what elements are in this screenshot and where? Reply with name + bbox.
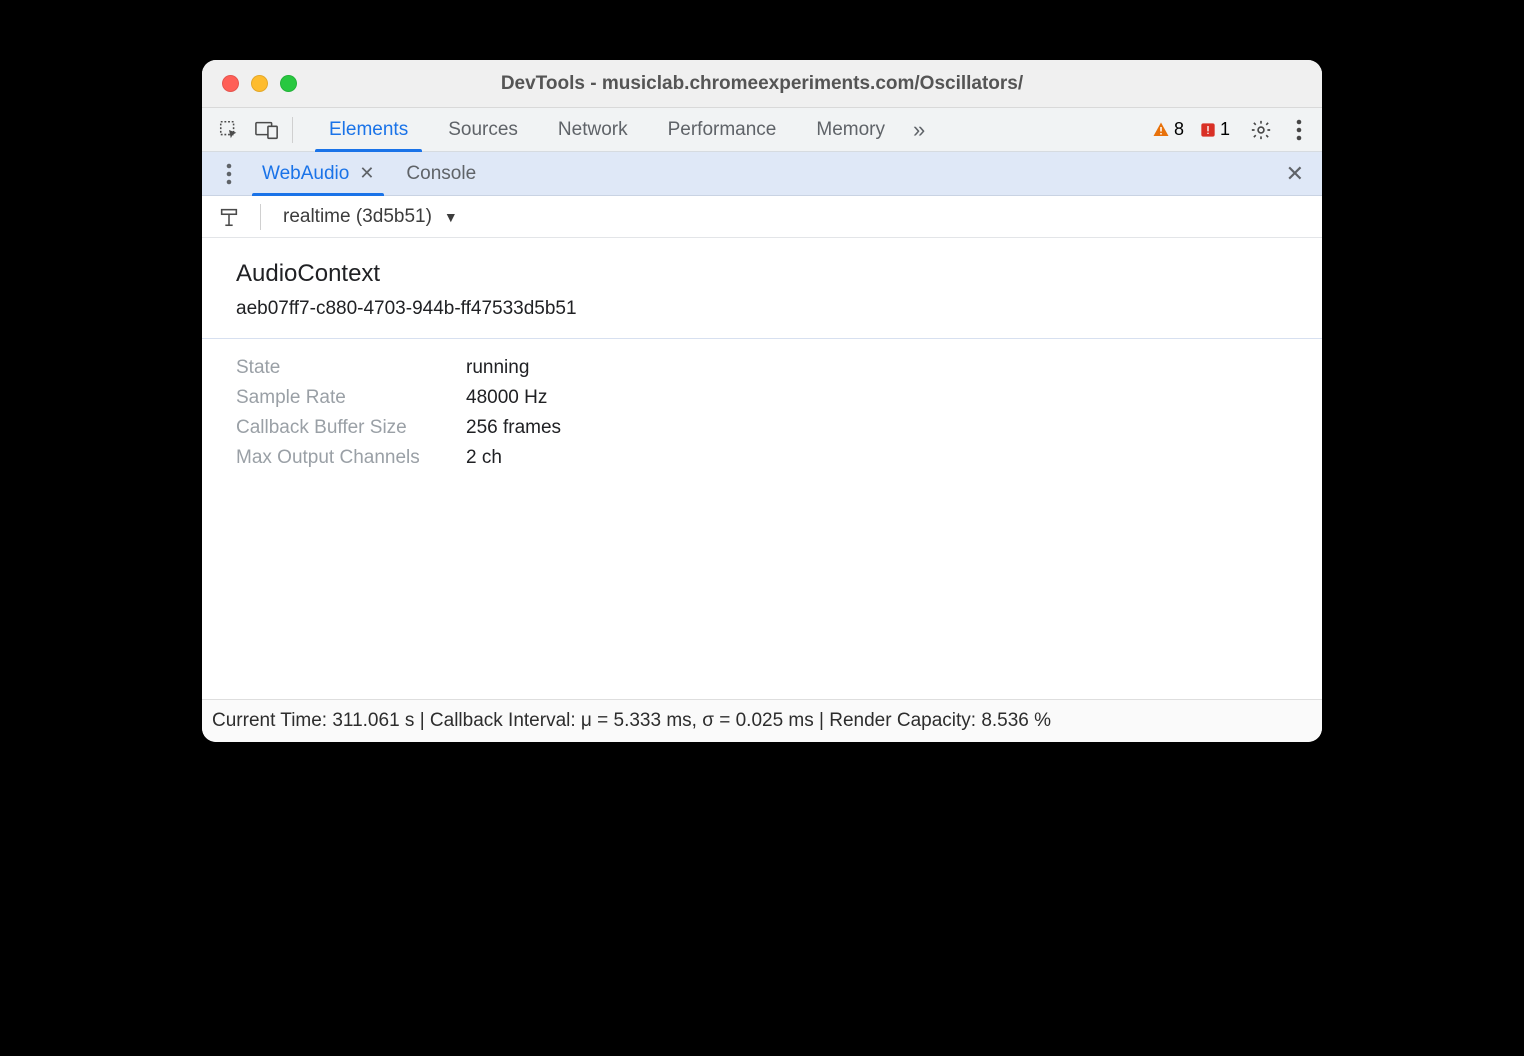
prop-value-callback-buffer: 256 frames bbox=[466, 417, 1288, 439]
tab-label: Elements bbox=[329, 119, 408, 141]
warnings-count: 8 bbox=[1174, 119, 1184, 140]
settings-gear-icon[interactable] bbox=[1240, 119, 1282, 141]
prop-value-sample-rate: 48000 Hz bbox=[466, 387, 1288, 409]
context-properties: State running Sample Rate 48000 Hz Callb… bbox=[236, 357, 1288, 469]
subtoolbar-divider bbox=[260, 204, 261, 230]
devtools-window: DevTools - musiclab.chromeexperiments.co… bbox=[202, 60, 1322, 742]
tab-label: Memory bbox=[816, 119, 885, 141]
window-title: DevTools - musiclab.chromeexperiments.co… bbox=[202, 73, 1322, 95]
tab-network[interactable]: Network bbox=[538, 108, 648, 151]
tab-label: Network bbox=[558, 119, 628, 141]
warnings-badge[interactable]: 8 bbox=[1152, 119, 1184, 140]
errors-count: 1 bbox=[1220, 119, 1230, 140]
minimize-window-button[interactable] bbox=[251, 75, 268, 92]
content-blank-area bbox=[202, 479, 1322, 699]
prop-label-sample-rate: Sample Rate bbox=[236, 387, 456, 409]
toolbar-divider bbox=[292, 117, 293, 143]
context-title: AudioContext bbox=[236, 260, 1288, 288]
drawer-tabstrip: WebAudio ✕ Console ✕ bbox=[202, 152, 1322, 196]
more-tabs-icon[interactable]: » bbox=[905, 117, 933, 143]
prop-label-max-channels: Max Output Channels bbox=[236, 447, 456, 469]
context-dropdown-value: realtime (3d5b51) bbox=[283, 206, 432, 228]
webaudio-subtoolbar: realtime (3d5b51) ▼ bbox=[202, 196, 1322, 238]
tab-label: Performance bbox=[668, 119, 777, 141]
tab-elements[interactable]: Elements bbox=[309, 108, 428, 151]
drawer-close-icon[interactable]: ✕ bbox=[1278, 161, 1312, 187]
drawer-tab-label: WebAudio bbox=[262, 163, 349, 185]
kebab-menu-icon[interactable] bbox=[1286, 119, 1312, 141]
close-window-button[interactable] bbox=[222, 75, 239, 92]
tab-memory[interactable]: Memory bbox=[796, 108, 905, 151]
main-tabs: Elements Sources Network Performance Mem… bbox=[309, 108, 933, 151]
device-toolbar-icon[interactable] bbox=[250, 113, 284, 147]
drawer-kebab-menu-icon[interactable] bbox=[212, 157, 246, 191]
chevron-down-icon: ▼ bbox=[444, 209, 458, 225]
prop-label-state: State bbox=[236, 357, 456, 379]
tab-sources[interactable]: Sources bbox=[428, 108, 538, 151]
maximize-window-button[interactable] bbox=[280, 75, 297, 92]
close-tab-icon[interactable]: ✕ bbox=[359, 163, 374, 184]
audio-context-dropdown[interactable]: realtime (3d5b51) ▼ bbox=[275, 206, 466, 228]
errors-badge[interactable]: 1 bbox=[1200, 119, 1230, 140]
garbage-collect-icon[interactable] bbox=[212, 200, 246, 234]
prop-value-state: running bbox=[466, 357, 1288, 379]
titlebar: DevTools - musiclab.chromeexperiments.co… bbox=[202, 60, 1322, 108]
error-square-icon bbox=[1200, 122, 1216, 138]
drawer-tab-console[interactable]: Console bbox=[390, 152, 492, 195]
traffic-lights bbox=[222, 75, 297, 92]
tab-performance[interactable]: Performance bbox=[648, 108, 797, 151]
inspect-element-icon[interactable] bbox=[212, 113, 246, 147]
drawer-tab-webaudio[interactable]: WebAudio ✕ bbox=[246, 152, 390, 195]
main-toolbar: Elements Sources Network Performance Mem… bbox=[202, 108, 1322, 152]
context-uuid: aeb07ff7-c880-4703-944b-ff47533d5b51 bbox=[236, 298, 1288, 320]
webaudio-content: AudioContext aeb07ff7-c880-4703-944b-ff4… bbox=[202, 238, 1322, 479]
warning-triangle-icon bbox=[1152, 121, 1170, 139]
content-separator bbox=[202, 338, 1322, 339]
status-text: Current Time: 311.061 s | Callback Inter… bbox=[212, 710, 1051, 731]
status-bar: Current Time: 311.061 s | Callback Inter… bbox=[202, 699, 1322, 742]
prop-label-callback-buffer: Callback Buffer Size bbox=[236, 417, 456, 439]
tab-label: Sources bbox=[448, 119, 518, 141]
drawer-tab-label: Console bbox=[406, 163, 476, 185]
prop-value-max-channels: 2 ch bbox=[466, 447, 1288, 469]
